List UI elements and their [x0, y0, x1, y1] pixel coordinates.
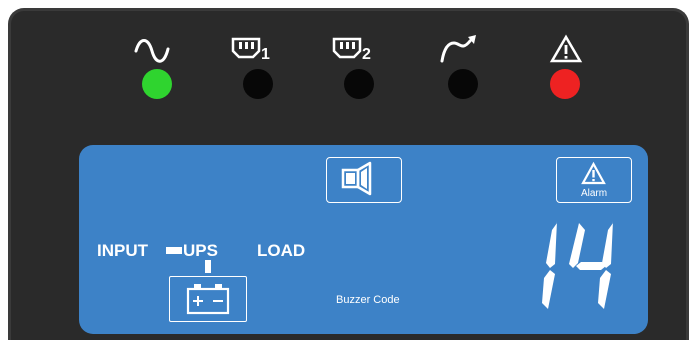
outlet-1-number: 1	[261, 46, 270, 63]
led-bypass	[448, 69, 478, 99]
buzzer-code-display	[542, 221, 613, 309]
sine-wave-icon	[134, 39, 170, 63]
alarm-label: Alarm	[580, 188, 608, 199]
lcd-display: Alarm INPUT UPS LOAD Buzzer Code	[79, 145, 648, 334]
digit-2-segment-b	[602, 221, 613, 268]
indicator-ac-input	[118, 31, 198, 101]
input-ups-flow-bar	[166, 247, 182, 254]
battery-indicator	[169, 276, 247, 322]
speaker-icon	[341, 161, 372, 196]
digit-1-segment-b	[546, 221, 557, 268]
outlet-2-number: 2	[362, 46, 371, 63]
ups-front-panel: 1 2 Alarm INPUT UPS LOAD Buzzer Code	[8, 8, 689, 340]
digit-2-segment-f	[569, 223, 585, 268]
outlet-1-icon: 1	[231, 37, 270, 63]
warning-triangle-icon	[549, 34, 583, 63]
mute-button[interactable]	[326, 157, 402, 203]
alarm-button[interactable]: Alarm	[556, 157, 632, 203]
indicator-outlet-2: 2	[320, 31, 400, 101]
led-ac-input	[142, 69, 172, 99]
bypass-arrow-icon	[440, 35, 476, 63]
digit-2-segment-g	[576, 262, 606, 270]
digit-1-segment-c	[542, 270, 555, 309]
ups-battery-flow-bar	[205, 260, 211, 273]
load-label: LOAD	[257, 241, 306, 260]
led-outlet-1	[243, 69, 273, 99]
indicator-outlet-1: 1	[219, 31, 299, 101]
led-outlet-2	[344, 69, 374, 99]
indicator-bypass	[424, 31, 504, 101]
alarm-warning-icon	[581, 161, 606, 185]
outlet-2-icon: 2	[332, 37, 371, 63]
led-fault	[550, 69, 580, 99]
input-label: INPUT	[97, 241, 148, 260]
ups-label: UPS	[183, 241, 218, 260]
digit-2-segment-c	[598, 270, 611, 309]
battery-icon	[186, 284, 230, 315]
buzzer-code-label: Buzzer Code	[336, 294, 400, 306]
indicator-fault	[526, 31, 606, 101]
